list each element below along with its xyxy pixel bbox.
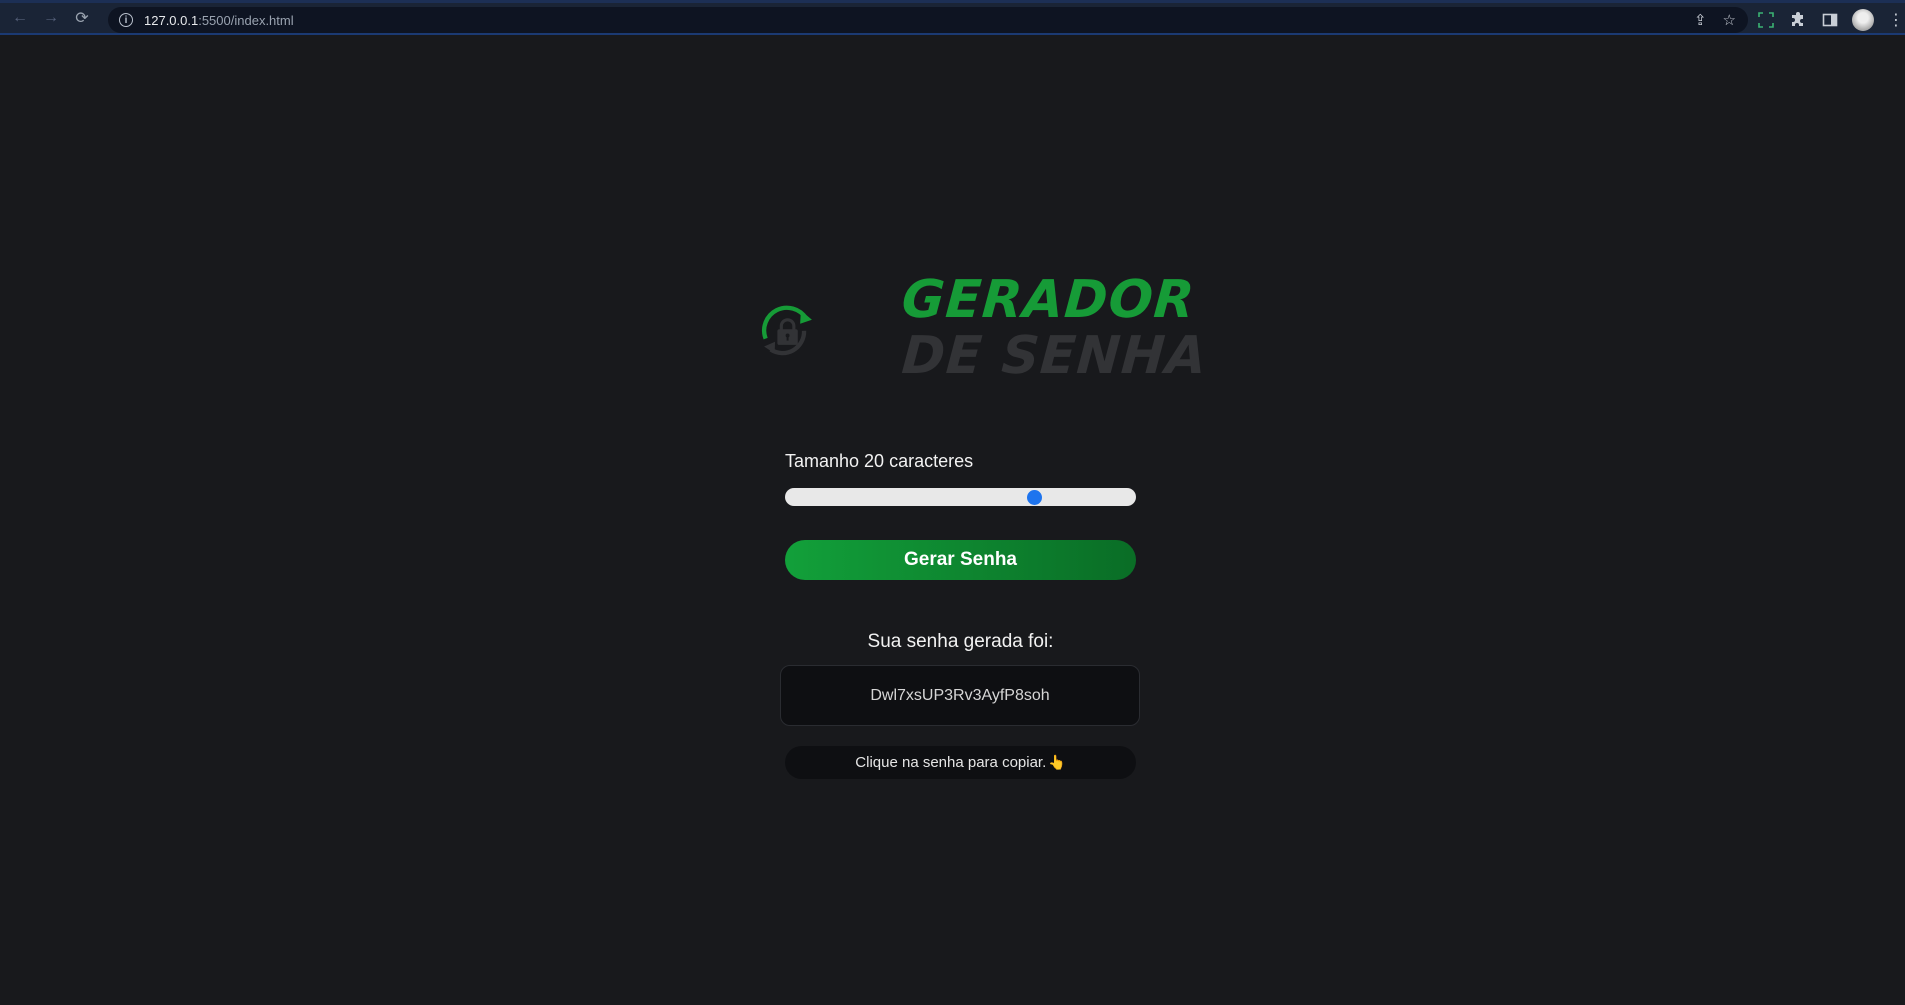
site-info-icon[interactable]: i xyxy=(119,13,133,27)
profile-avatar[interactable] xyxy=(1852,9,1874,31)
bookmark-star-icon[interactable]: ☆ xyxy=(1723,11,1736,29)
screenshot-extension-icon[interactable] xyxy=(1756,10,1776,30)
extensions-area: ⋮ xyxy=(1756,6,1904,34)
side-panel-icon[interactable] xyxy=(1820,10,1840,30)
share-icon[interactable]: ⇪ xyxy=(1694,11,1707,29)
browser-toolbar: ← → ⟳ i 127.0.0.1:5500/index.html ⇪ ☆ ⋮ xyxy=(0,0,1905,35)
result-title: Sua senha gerada foi: xyxy=(867,631,1054,652)
address-bar[interactable]: i 127.0.0.1:5500/index.html ⇪ ☆ xyxy=(108,7,1748,33)
slider-thumb[interactable] xyxy=(1026,490,1042,505)
back-icon[interactable]: ← xyxy=(9,7,31,29)
password-length-slider[interactable] xyxy=(785,488,1136,506)
logo-icon xyxy=(761,305,812,356)
url-host: 127.0.0.1 xyxy=(144,12,199,28)
logo-text-line1: GERADOR xyxy=(899,270,1198,330)
copy-hint-text: Clique na senha para copiar. xyxy=(855,754,1047,771)
address-url[interactable]: 127.0.0.1:5500/index.html xyxy=(144,13,294,28)
browser-menu-icon[interactable]: ⋮ xyxy=(1888,10,1904,30)
reload-icon[interactable]: ⟳ xyxy=(71,7,93,29)
logo-text-line2: DE SENHA xyxy=(899,326,1210,386)
password-length-label: Tamanho 20 caracteres xyxy=(785,451,974,471)
url-path: :5500/index.html xyxy=(198,12,294,28)
generate-password-button[interactable]: Gerar Senha xyxy=(785,540,1136,580)
pointing-hand-icon: 👆 xyxy=(1048,754,1066,770)
forward-icon[interactable]: → xyxy=(40,7,62,29)
generated-password[interactable]: Dwl7xsUP3Rv3AyfP8soh xyxy=(780,665,1140,726)
puzzle-extensions-icon[interactable] xyxy=(1788,10,1808,30)
copy-hint: Clique na senha para copiar. 👆 xyxy=(785,746,1136,779)
